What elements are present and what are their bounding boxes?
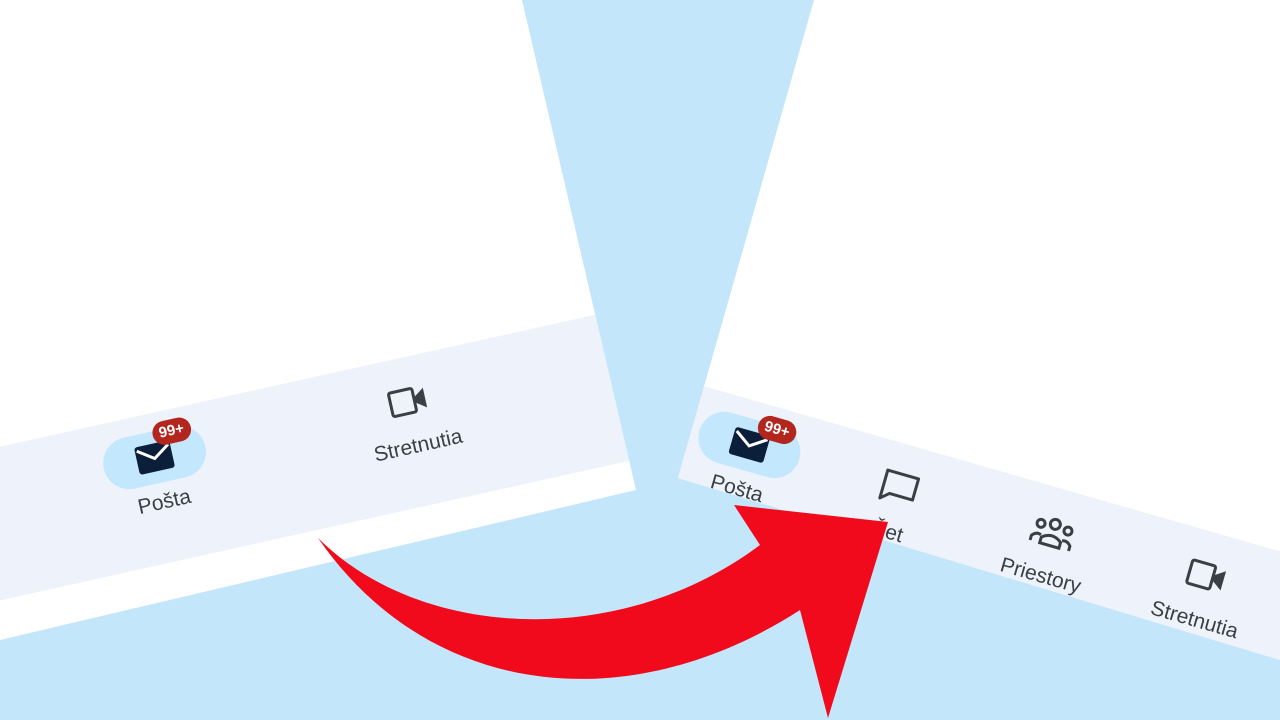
icon-container xyxy=(842,449,956,528)
bottom-navigation-bar: 99+ Pošta Stretnutia xyxy=(0,295,636,607)
nav-item-mail[interactable]: 99+ Pošta xyxy=(678,401,824,520)
nav-item-spaces[interactable]: Priestory xyxy=(970,488,1128,607)
nav-item-chat[interactable]: Čet xyxy=(816,444,974,563)
nav-item-mail[interactable]: 99+ Pošta xyxy=(81,415,236,529)
right-screenshot-panel: 99+ Pošta Čet Priestory Stretnutia xyxy=(678,0,1280,660)
bottom-navigation-bar: 99+ Pošta Čet Priestory Stretnutia xyxy=(678,385,1280,660)
video-icon xyxy=(1185,558,1227,591)
nav-item-meetings[interactable]: Stretnutia xyxy=(1124,532,1280,651)
video-icon xyxy=(387,387,428,418)
unread-badge: 99+ xyxy=(149,415,194,448)
nav-item-meetings[interactable]: Stretnutia xyxy=(334,361,489,473)
mail-icon xyxy=(134,440,175,475)
active-indicator: 99+ xyxy=(692,405,807,485)
nav-item-label: Čet xyxy=(867,516,906,548)
chat-icon xyxy=(878,468,921,502)
people-icon xyxy=(1028,517,1074,552)
nav-item-label: Pošta xyxy=(707,470,766,508)
left-screenshot-panel: 99+ Pošta Stretnutia xyxy=(0,0,636,640)
nav-item-label: Pošta xyxy=(135,484,194,519)
active-indicator: 99+ xyxy=(98,415,211,495)
